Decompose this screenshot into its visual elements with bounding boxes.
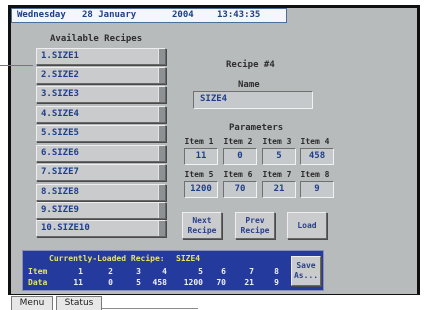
next-recipe-label-1: Next [192,216,212,225]
status-item-6: 6 [221,267,226,276]
recipe-item-7[interactable]: 7.SIZE7 [36,164,166,181]
recipe-item-label: 8.SIZE8 [41,187,79,197]
recipe-item-10[interactable]: 10.SIZE10 [36,220,166,237]
pointer-line [0,65,33,66]
tab-status[interactable]: Status [56,296,102,310]
param-value-6[interactable]: 70 [223,181,257,198]
recipe-item-6[interactable]: 6.SIZE6 [36,145,166,162]
name-label: Name [238,80,260,90]
date-time-bar: Wednesday 28 January 2004 13:43:35 [11,8,287,23]
param-header-3: Item 3 [262,137,292,146]
param-header-2: Item 2 [223,137,253,146]
status-item-3: 3 [136,267,141,276]
save-as-label-1: Save [296,261,316,270]
recipe-item-9[interactable]: 9.SIZE9 [36,202,166,219]
recipe-name-field[interactable]: SIZE4 [193,91,313,109]
date-text: 28 January [82,10,137,20]
recipe-item-label: 9.SIZE9 [41,205,79,215]
status-data-4: 458 [152,278,167,287]
param-header-8: Item 8 [300,170,330,179]
currently-loaded-value: SIZE4 [176,254,201,263]
day-text: Wednesday [17,10,66,20]
param-value-1[interactable]: 11 [184,148,218,165]
load-button[interactable]: Load [287,212,327,239]
status-data-5: 1200 [183,278,203,287]
recipe-item-label: 7.SIZE7 [41,167,79,177]
recipe-item-label: 5.SIZE5 [41,128,79,138]
next-recipe-button[interactable]: Next Recipe [182,212,222,239]
recipe-number-title: Recipe #4 [226,60,275,70]
param-header-1: Item 1 [184,137,214,146]
prev-recipe-label-2: Recipe [240,226,270,235]
status-data-7: 21 [244,278,254,287]
load-label: Load [297,221,317,230]
recipe-item-1[interactable]: 1.SIZE1 [36,48,166,65]
currently-loaded-panel: Currently-Loaded Recipe: SIZE4 Item Data… [22,250,324,291]
param-value-2[interactable]: 0 [223,148,257,165]
param-value-4[interactable]: 458 [300,148,334,165]
time-text: 13:43:35 [217,10,261,20]
parameters-label: Parameters [229,123,284,133]
status-item-5: 5 [198,267,203,276]
next-recipe-label-2: Recipe [187,226,217,235]
recipe-item-label: 2.SIZE2 [41,70,79,80]
param-header-6: Item 6 [223,170,253,179]
recipe-item-label: 10.SIZE10 [41,223,90,233]
param-header-5: Item 5 [184,170,214,179]
status-data-8: 9 [274,278,279,287]
status-item-8: 8 [274,267,279,276]
param-value-5[interactable]: 1200 [184,181,218,198]
prev-recipe-button[interactable]: Prev Recipe [235,212,275,239]
param-value-7[interactable]: 21 [262,181,296,198]
year-text: 2004 [172,10,194,20]
recipe-item-8[interactable]: 8.SIZE8 [36,184,166,201]
param-header-4: Item 4 [300,137,330,146]
status-item-1: 1 [78,267,83,276]
status-item-7: 7 [249,267,254,276]
recipe-item-label: 4.SIZE4 [41,109,79,119]
tab-menu[interactable]: Menu [11,296,53,310]
save-as-label-2: As... [293,271,319,280]
status-data-6: 70 [216,278,226,287]
recipe-item-label: 6.SIZE6 [41,148,79,158]
prev-recipe-label-1: Prev [245,216,265,225]
currently-loaded-title: Currently-Loaded Recipe: [49,254,165,263]
recipe-name-value: SIZE4 [200,94,228,104]
available-recipes-title: Available Recipes [50,34,143,44]
status-item-label: Item [28,267,48,276]
status-data-label: Data [28,278,48,287]
recipe-item-4[interactable]: 4.SIZE4 [36,106,166,123]
status-item-4: 4 [162,267,167,276]
status-data-1: 11 [73,278,83,287]
param-value-8[interactable]: 9 [300,181,334,198]
recipe-item-3[interactable]: 3.SIZE3 [36,86,166,103]
tab-baseline [102,308,198,309]
save-as-button[interactable]: Save As... [291,256,321,286]
status-data-2: 0 [108,278,113,287]
param-header-7: Item 7 [262,170,292,179]
recipe-item-label: 1.SIZE1 [41,51,79,61]
recipe-item-label: 3.SIZE3 [41,89,79,99]
status-item-2: 2 [108,267,113,276]
param-value-3[interactable]: 5 [262,148,296,165]
recipe-item-2[interactable]: 2.SIZE2 [36,67,166,84]
recipe-item-5[interactable]: 5.SIZE5 [36,125,166,142]
